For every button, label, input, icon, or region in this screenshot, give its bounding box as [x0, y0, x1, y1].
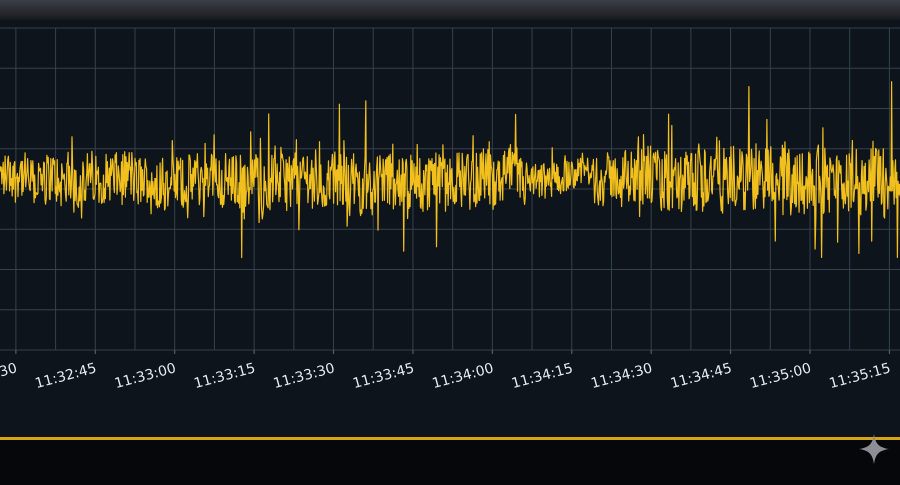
- x-tick-label: 11:33:00: [113, 360, 178, 392]
- x-tick-label: 11:34:30: [589, 360, 654, 392]
- x-tick-label: 11:32:30: [0, 360, 19, 392]
- sparkle-icon: [859, 434, 889, 464]
- x-tick-label: 11:33:45: [351, 360, 416, 392]
- x-tick-label: 11:32:45: [33, 360, 98, 392]
- x-tick-label: 11:34:00: [430, 360, 495, 392]
- chart-panel: 11:32:30 11:32:45 11:33:00 11:33:15 11:33:30…: [0, 20, 900, 438]
- x-tick-label: 11:35:15: [828, 360, 893, 392]
- bottom-bar: [0, 440, 900, 485]
- x-tick-label: 11:33:30: [272, 360, 337, 392]
- signal-chart: 11:32:30 11:32:45 11:33:00 11:33:15 11:33:30…: [0, 27, 900, 392]
- top-toolbar: [0, 0, 900, 21]
- x-tick-label: 11:34:15: [510, 360, 575, 392]
- x-tick-label: 11:34:45: [669, 360, 734, 392]
- x-tick-label: 11:35:00: [748, 360, 813, 392]
- x-tick-label: 11:33:15: [192, 360, 257, 392]
- x-axis-ticks: 11:32:30 11:32:45 11:33:00 11:33:15 11:33:30…: [0, 350, 892, 392]
